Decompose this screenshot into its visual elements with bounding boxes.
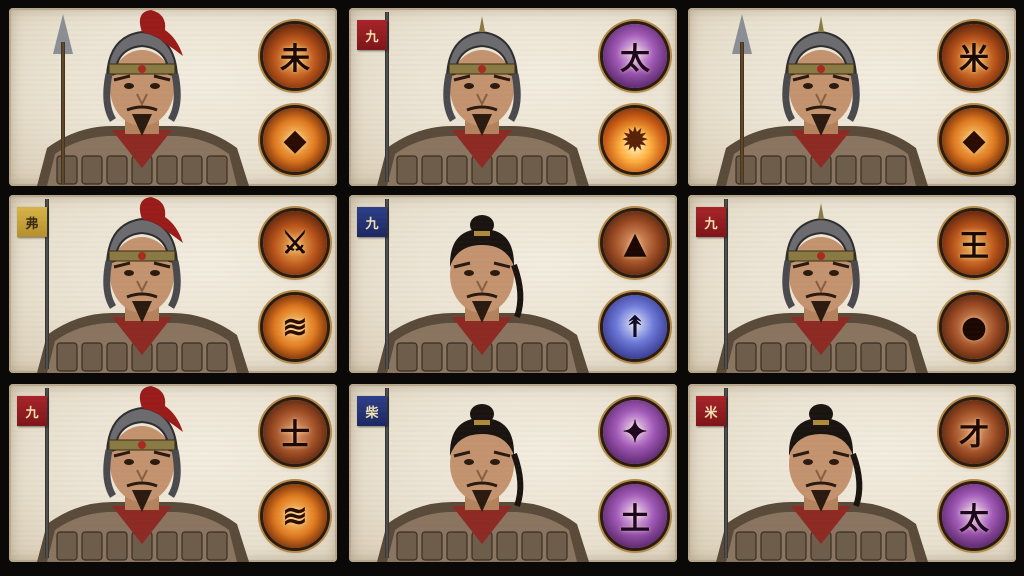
- general-card[interactable]: 九士 ≋: [9, 384, 337, 562]
- mountain-icon[interactable]: ▲: [603, 211, 667, 275]
- skill-glyph: 土: [620, 502, 650, 537]
- meteor-icon[interactable]: ●: [942, 295, 1006, 359]
- skill-glyph: ↟: [622, 309, 648, 345]
- skill-glyph: 士: [280, 418, 310, 453]
- shard-icon[interactable]: ✦: [603, 400, 667, 464]
- star-glyph-icon[interactable]: 米: [942, 24, 1006, 88]
- general-card[interactable]: 九王 ●: [688, 195, 1016, 373]
- skill-glyph: ◆: [283, 122, 307, 158]
- blade-crest-icon[interactable]: ◆: [942, 108, 1006, 172]
- skill-glyph: ✹: [622, 122, 648, 158]
- halberd-icon: [728, 14, 758, 184]
- faction-banner: 米: [694, 388, 734, 558]
- skill-glyph: ⚔: [281, 225, 309, 261]
- skill-glyph: 米: [959, 42, 989, 77]
- banner-emblem: 九: [357, 20, 387, 50]
- flame-wave-icon[interactable]: ≋: [263, 484, 327, 548]
- banner-emblem: 九: [357, 207, 387, 237]
- sword-glyph-icon[interactable]: 未: [263, 24, 327, 88]
- skill-glyph: 太: [959, 502, 989, 537]
- earth-glyph-icon[interactable]: 土: [603, 484, 667, 548]
- spear-strike-icon[interactable]: ↟: [603, 295, 667, 359]
- general-card[interactable]: 九 ▲ ↟: [349, 195, 677, 373]
- general-card[interactable]: 柴 ✦ 土: [349, 384, 677, 562]
- general-card-grid: 未 ◆ 九太 ✹ 米 ◆ 弗 ⚔ ≋ 九 ▲ ↟ 九王 ● 九士 ≋ 柴 ✦ 土米才太: [0, 0, 1024, 576]
- general-card[interactable]: 米 ◆: [688, 8, 1016, 186]
- spirit-glyph-icon[interactable]: 太: [603, 24, 667, 88]
- slash-icon[interactable]: ⚔: [263, 211, 327, 275]
- faction-banner: 弗: [15, 199, 55, 369]
- skill-glyph: 王: [959, 229, 989, 264]
- banner-emblem: 柴: [357, 396, 387, 426]
- soldier-glyph-icon[interactable]: 士: [263, 400, 327, 464]
- faction-banner: 九: [355, 199, 395, 369]
- general-card[interactable]: 九太 ✹: [349, 8, 677, 186]
- banner-emblem: 米: [696, 396, 726, 426]
- banner-emblem: 九: [696, 207, 726, 237]
- skill-glyph: 太: [620, 42, 650, 77]
- skill-glyph: ●: [960, 309, 988, 345]
- burst-icon[interactable]: ✹: [603, 108, 667, 172]
- skill-glyph: ≋: [282, 498, 308, 534]
- halberd-icon: [49, 14, 79, 184]
- banner-emblem: 弗: [17, 207, 47, 237]
- faction-banner: 九: [355, 12, 395, 182]
- skill-glyph: 未: [280, 42, 310, 77]
- skill-glyph: ✦: [622, 414, 648, 450]
- king-glyph-icon[interactable]: 王: [942, 211, 1006, 275]
- skill-glyph: 才: [959, 418, 989, 453]
- banner-emblem: 九: [17, 396, 47, 426]
- talent-glyph-icon[interactable]: 才: [942, 400, 1006, 464]
- general-card[interactable]: 弗 ⚔ ≋: [9, 195, 337, 373]
- skill-glyph: ▲: [623, 225, 647, 261]
- spirit-glyph-icon[interactable]: 太: [942, 484, 1006, 548]
- faction-banner: 九: [15, 388, 55, 558]
- skill-glyph: ≋: [282, 309, 308, 345]
- general-card[interactable]: 米才太: [688, 384, 1016, 562]
- faction-banner: 九: [694, 199, 734, 369]
- faction-banner: 柴: [355, 388, 395, 558]
- blade-crest-icon[interactable]: ◆: [263, 108, 327, 172]
- general-card[interactable]: 未 ◆: [9, 8, 337, 186]
- skill-glyph: ◆: [962, 122, 986, 158]
- flame-wave-icon[interactable]: ≋: [263, 295, 327, 359]
